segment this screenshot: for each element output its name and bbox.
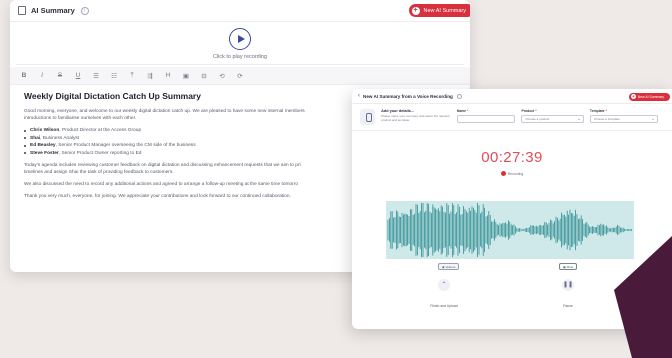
decorative-foreground [614, 236, 672, 358]
maroon-triangle-shape [614, 236, 672, 358]
